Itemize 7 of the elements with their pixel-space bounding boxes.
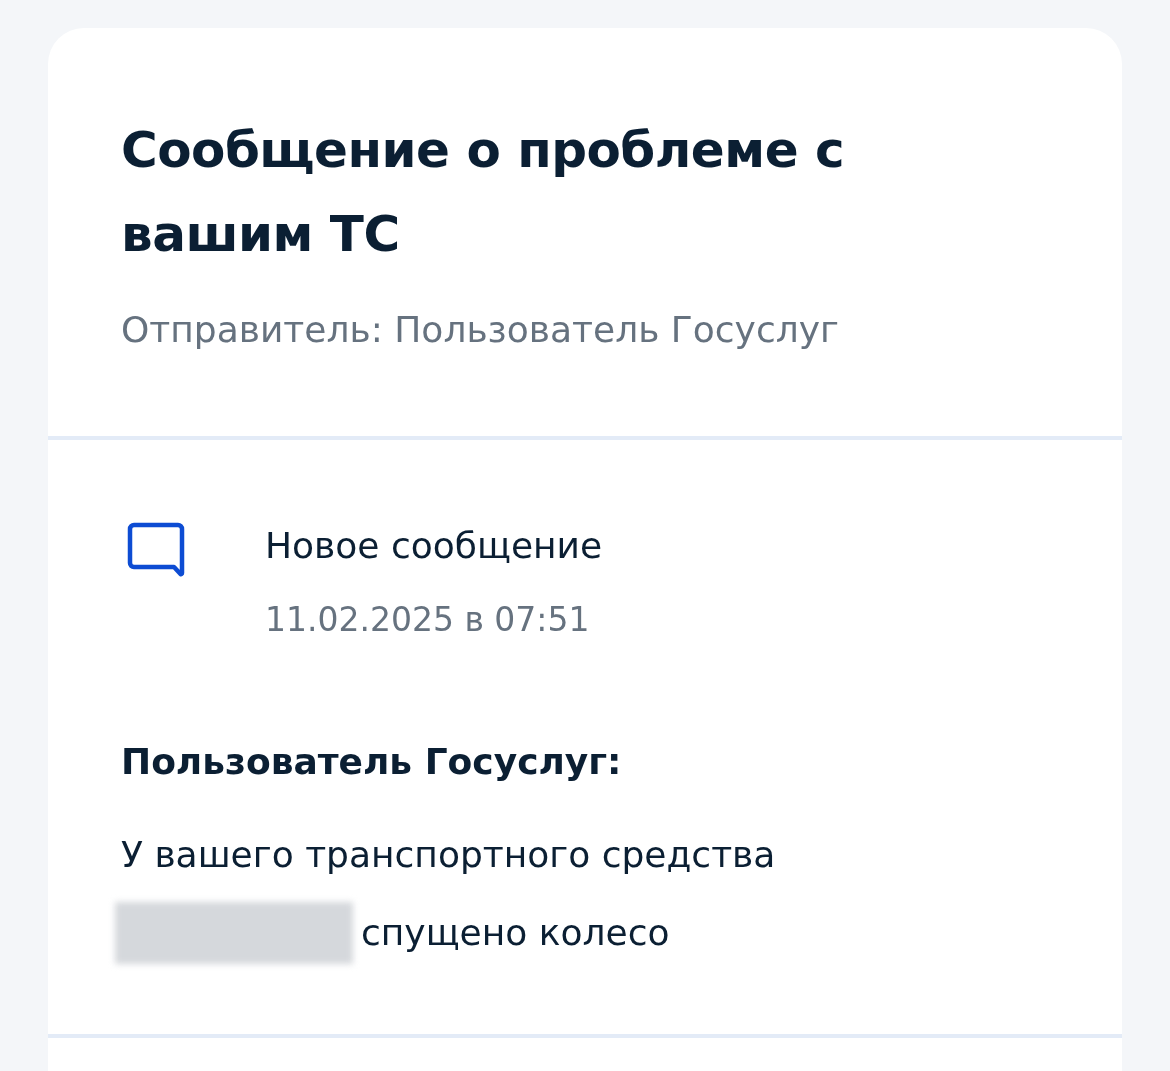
sender-text: Отправитель: Пользователь Госуслуг: [121, 308, 840, 352]
event-title: Новое сообщение: [265, 524, 603, 568]
message-text: У вашего транспортного средства: [121, 833, 777, 877]
message-text: спущено колесо: [361, 911, 670, 955]
event-date: 11.02.2025 в 07:51: [265, 599, 591, 641]
page-title: Сообщение о проблеме с вашим ТС: [121, 120, 846, 265]
message-author: Пользователь Госуслуг:: [121, 740, 623, 784]
